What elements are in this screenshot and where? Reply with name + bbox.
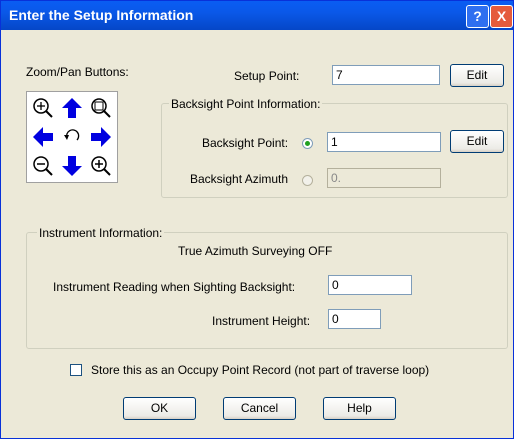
zoom-window-icon[interactable]	[29, 94, 57, 122]
setup-edit-button[interactable]: Edit	[450, 64, 504, 87]
setup-dialog: Enter the Setup Information ? X Zoom/Pan…	[0, 0, 514, 439]
instrument-height-input[interactable]: 0	[328, 309, 381, 329]
backsight-azimuth-radio[interactable]	[302, 175, 313, 186]
help-button[interactable]: Help	[323, 397, 396, 420]
ok-button[interactable]: OK	[123, 397, 196, 420]
true-azimuth-status: True Azimuth Surveying OFF	[178, 244, 333, 258]
occupy-record-label: Store this as an Occupy Point Record (no…	[91, 363, 430, 377]
setup-point-input[interactable]: 7	[332, 65, 440, 85]
backsight-azimuth-label: Backsight Azimuth	[190, 172, 289, 186]
instrument-height-label: Instrument Height:	[212, 314, 311, 328]
title-bar: Enter the Setup Information ? X	[1, 1, 513, 30]
zoom-previous-icon[interactable]	[58, 123, 86, 151]
occupy-record-checkbox[interactable]	[70, 364, 82, 376]
instrument-group-title: Instrument Information:	[37, 226, 165, 240]
pan-down-icon[interactable]	[58, 152, 86, 180]
close-button[interactable]: X	[490, 5, 513, 28]
help-title-button[interactable]: ?	[466, 5, 489, 28]
pan-left-icon[interactable]	[29, 123, 57, 151]
cancel-button[interactable]: Cancel	[223, 397, 296, 420]
pan-up-icon[interactable]	[58, 94, 86, 122]
zoom-out-icon[interactable]	[29, 152, 57, 180]
setup-point-label: Setup Point:	[234, 69, 300, 83]
window-title: Enter the Setup Information	[9, 7, 194, 23]
backsight-point-radio[interactable]	[302, 138, 313, 149]
instrument-reading-label: Instrument Reading when Sighting Backsig…	[53, 280, 296, 294]
instrument-reading-input[interactable]: 0	[328, 275, 412, 295]
zoom-extents-icon[interactable]	[87, 94, 115, 122]
pan-right-icon[interactable]	[87, 123, 115, 151]
zoom-pan-pad	[26, 91, 118, 183]
zoom-in-icon[interactable]	[87, 152, 115, 180]
backsight-point-input[interactable]: 1	[327, 132, 441, 152]
backsight-azimuth-input[interactable]: 0.	[327, 168, 441, 188]
backsight-edit-button[interactable]: Edit	[450, 130, 504, 153]
backsight-point-label: Backsight Point:	[202, 136, 289, 150]
backsight-group-title: Backsight Point Information:	[169, 97, 323, 111]
zoom-pan-label: Zoom/Pan Buttons:	[26, 65, 129, 79]
